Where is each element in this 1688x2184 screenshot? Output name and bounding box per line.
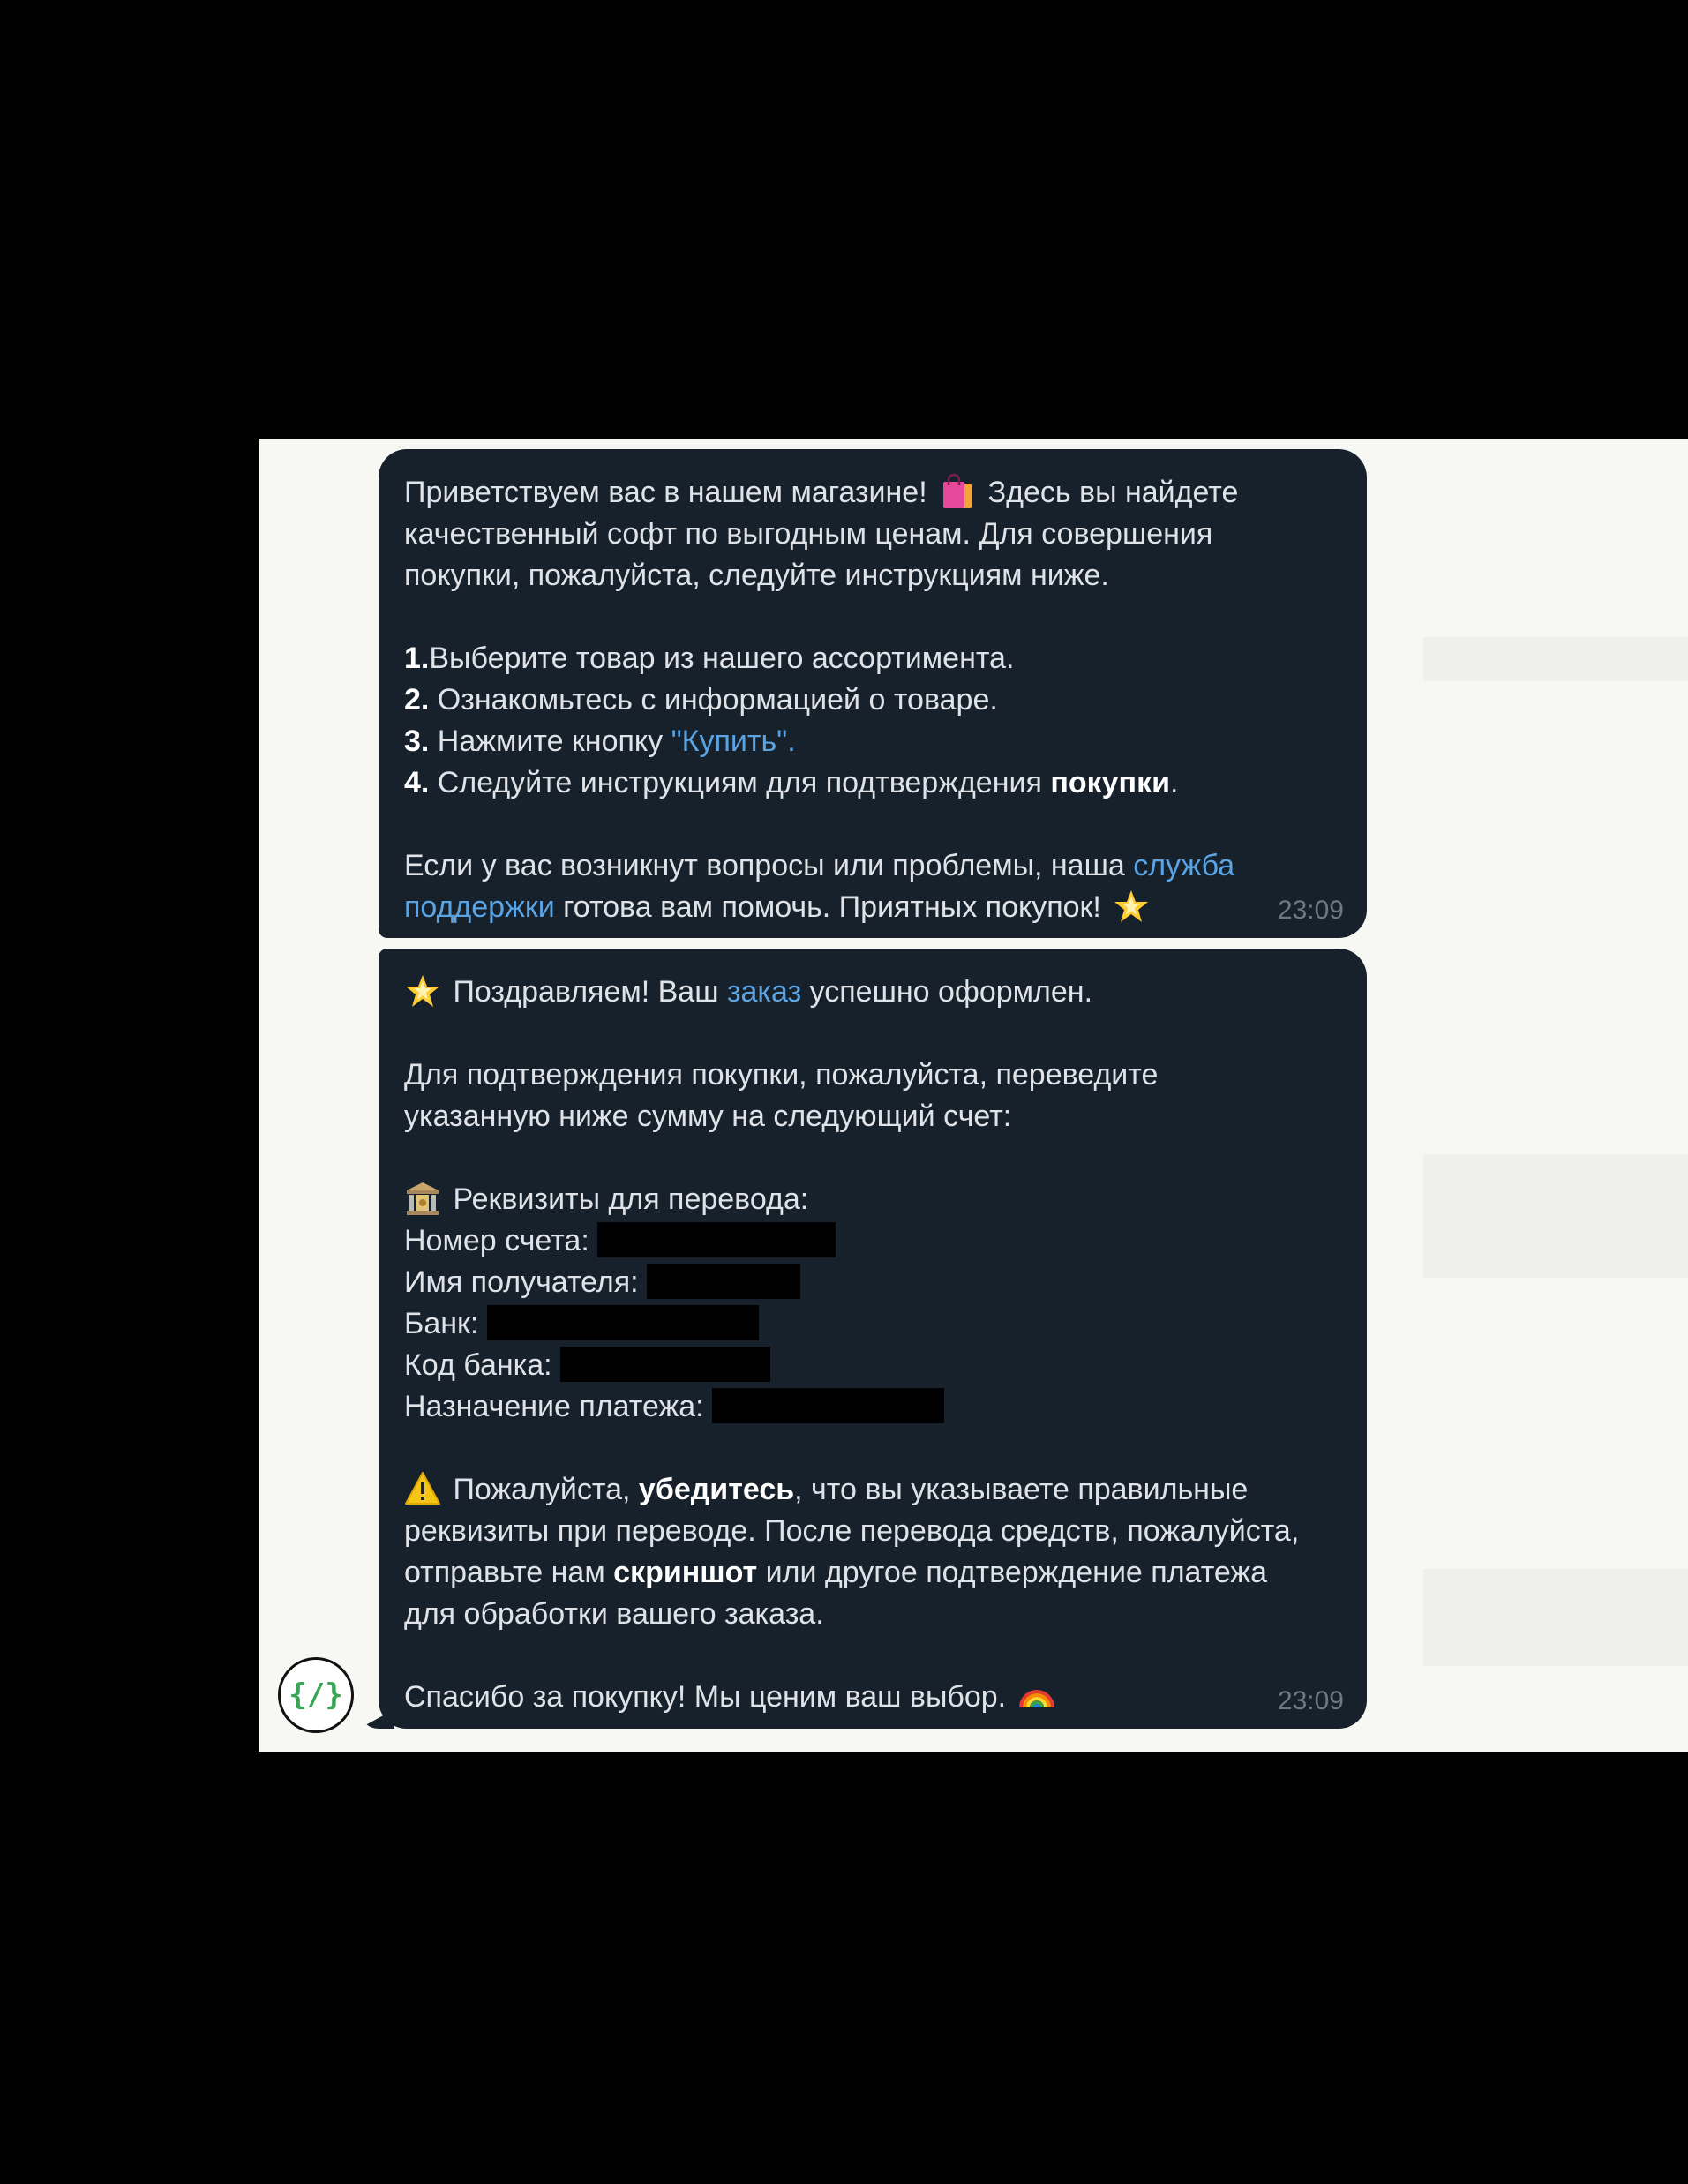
payment-purpose-row: Назначение платежа: bbox=[404, 1386, 1332, 1428]
bubble-tail bbox=[359, 1709, 394, 1729]
step-text: Ознакомьтесь с информацией о товаре. bbox=[429, 683, 998, 717]
step-number: 2. bbox=[404, 683, 430, 717]
rainbow-icon bbox=[1018, 1677, 1055, 1715]
message-text: Поздравляем! Ваш bbox=[453, 975, 727, 1009]
message-line: указанную ниже сумму на следующий счет: bbox=[404, 1100, 1012, 1133]
chat-screenshot: Приветствуем вас в нашем магазине! Здесь… bbox=[259, 439, 1688, 1752]
glowing-star-icon bbox=[1113, 888, 1150, 925]
message-text: Здесь вы найдете bbox=[987, 476, 1239, 509]
message-line: отправьте нам скриншот или другое подтве… bbox=[404, 1552, 1332, 1594]
step-text: Выберите товар из нашего ассортимента. bbox=[429, 642, 1015, 675]
field-label: Назначение платежа: bbox=[404, 1390, 704, 1423]
step-text-bold: покупки bbox=[1050, 766, 1171, 799]
warning-icon bbox=[404, 1470, 441, 1507]
message-text: успешно оформлен. bbox=[801, 975, 1093, 1009]
message-line: Реквизиты для перевода: bbox=[404, 1179, 1332, 1220]
order-link[interactable]: заказ bbox=[727, 975, 801, 1009]
message-timestamp: 23:09 bbox=[1277, 1686, 1344, 1715]
message-text: , что вы указываете правильные bbox=[794, 1473, 1249, 1506]
step-4: 4. Следуйте инструкциям для подтверждени… bbox=[404, 762, 1332, 804]
redacted-value bbox=[647, 1264, 801, 1299]
bank-code-row: Код банка: bbox=[404, 1345, 1332, 1386]
avatar-logo-text: {/} bbox=[289, 1677, 343, 1713]
redacted-value bbox=[486, 1305, 759, 1340]
redacted-value bbox=[712, 1388, 945, 1423]
message-line: качественный софт по выгодным ценам. Для… bbox=[404, 517, 1213, 551]
glowing-star-icon bbox=[404, 972, 441, 1009]
message-line: Поздравляем! Ваш заказ успешно оформлен. bbox=[404, 972, 1332, 1013]
field-label: Код банка: bbox=[404, 1348, 552, 1382]
background-band bbox=[1423, 1569, 1688, 1666]
message-line: Пожалуйста, убедитесь, что вы указываете… bbox=[404, 1469, 1332, 1511]
message-bubble-order[interactable]: Поздравляем! Ваш заказ успешно оформлен.… bbox=[379, 949, 1367, 1729]
step-3: 3. Нажмите кнопку "Купить". bbox=[404, 721, 1332, 762]
support-link[interactable]: поддержки bbox=[404, 890, 555, 924]
message-text: Приветствуем вас в нашем магазине! bbox=[404, 476, 927, 509]
redacted-value bbox=[597, 1222, 836, 1257]
message-text: Спасибо за покупку! Мы ценим ваш выбор. bbox=[404, 1680, 1007, 1714]
background-band bbox=[1423, 637, 1688, 681]
step-number: 1. bbox=[404, 642, 430, 675]
bank-row: Банк: bbox=[404, 1303, 1332, 1345]
message-text-bold: скриншот bbox=[613, 1556, 758, 1589]
message-line: Для подтверждения покупки, пожалуйста, п… bbox=[404, 1058, 1159, 1092]
message-line: Приветствуем вас в нашем магазине! Здесь… bbox=[404, 472, 1332, 514]
background-band bbox=[1423, 1154, 1688, 1278]
sender-avatar[interactable]: {/} bbox=[278, 1657, 354, 1733]
support-link[interactable]: служба bbox=[1133, 849, 1234, 882]
step-number: 3. bbox=[404, 724, 430, 758]
message-line: поддержки готова вам помочь. Приятных по… bbox=[404, 887, 1332, 928]
step-1: 1.Выберите товар из нашего ассортимента. bbox=[404, 638, 1332, 679]
redacted-value bbox=[560, 1347, 771, 1382]
message-timestamp: 23:09 bbox=[1277, 896, 1344, 925]
account-row: Номер счета: bbox=[404, 1220, 1332, 1262]
message-text: отправьте нам bbox=[404, 1556, 614, 1589]
step-number: 4. bbox=[404, 766, 430, 799]
recipient-row: Имя получателя: bbox=[404, 1262, 1332, 1303]
message-line: Если у вас возникнут вопросы или проблем… bbox=[404, 845, 1332, 887]
step-2: 2. Ознакомьтесь с информацией о товаре. bbox=[404, 679, 1332, 721]
field-label: Банк: bbox=[404, 1307, 479, 1340]
field-label: Номер счета: bbox=[404, 1224, 589, 1257]
message-text-bold: убедитесь bbox=[638, 1473, 795, 1506]
message-text: Реквизиты для перевода: bbox=[453, 1182, 809, 1216]
message-line: реквизиты при переводе. После перевода с… bbox=[404, 1514, 1300, 1548]
buy-link[interactable]: "Купить". bbox=[671, 724, 796, 758]
message-text: Пожалуйста, bbox=[453, 1473, 639, 1506]
step-text: . bbox=[1170, 766, 1179, 799]
message-text: готова вам помочь. Приятных покупок! bbox=[554, 890, 1101, 924]
step-text: Нажмите кнопку bbox=[429, 724, 671, 758]
message-text: Если у вас возникнут вопросы или проблем… bbox=[404, 849, 1134, 882]
bank-icon bbox=[404, 1180, 441, 1217]
shopping-bags-icon bbox=[939, 473, 976, 510]
field-label: Имя получателя: bbox=[404, 1265, 639, 1299]
message-line: Спасибо за покупку! Мы ценим ваш выбор. bbox=[404, 1677, 1332, 1718]
message-bubble-welcome[interactable]: Приветствуем вас в нашем магазине! Здесь… bbox=[379, 449, 1367, 938]
message-line: покупки, пожалуйста, следуйте инструкция… bbox=[404, 559, 1109, 592]
message-line: для обработки вашего заказа. bbox=[404, 1597, 824, 1631]
message-text: или другое подтверждение платежа bbox=[757, 1556, 1268, 1589]
step-text: Следуйте инструкциям для подтверждения bbox=[429, 766, 1051, 799]
